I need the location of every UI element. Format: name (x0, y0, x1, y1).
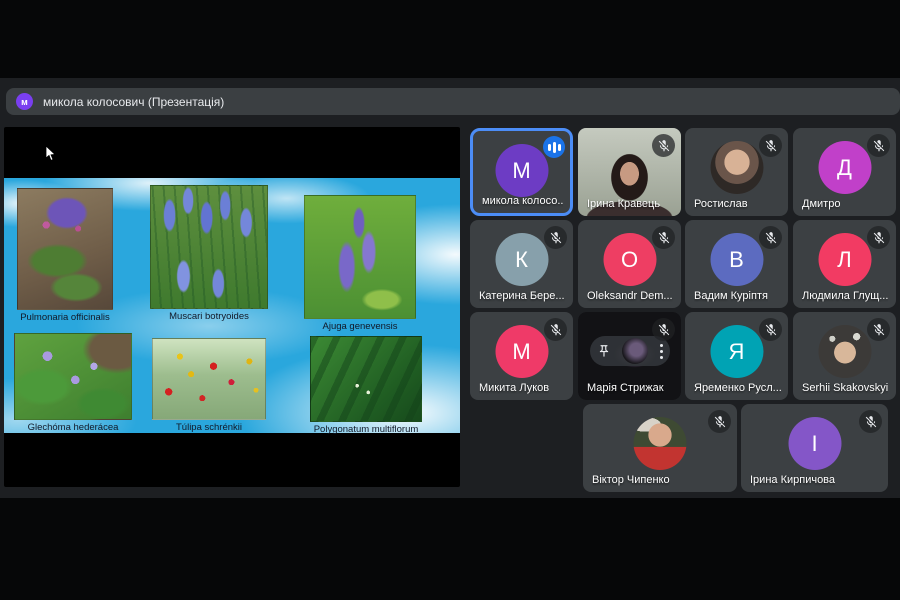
flower-caption: Polygonatum multiflorum (310, 424, 422, 435)
participant-name: Ірина Кравець (587, 198, 660, 210)
more-options-icon[interactable] (660, 344, 663, 359)
participant-tile-yaremenko[interactable]: Я Яременко Русл... (685, 312, 788, 400)
participant-tile-mykyta[interactable]: М Микита Луков (470, 312, 573, 400)
participant-name: Яременко Русл... (694, 382, 781, 394)
flower-photo-ajuga (304, 195, 416, 319)
recording-frame: м микола колосович (Презентація) Pulmona… (0, 0, 900, 600)
participant-name: Микита Луков (479, 382, 549, 394)
presenter-title: микола колосович (Презентація) (43, 95, 224, 109)
participant-tile-iryna-kravets[interactable]: Ірина Кравець (578, 128, 681, 216)
pin-icon[interactable] (597, 344, 611, 358)
video-thumbnail (622, 338, 648, 364)
flower-card: Túlipa schrénkii (152, 338, 266, 433)
participant-name: Катерина Бере... (479, 290, 565, 302)
participant-tile-serhii[interactable]: Serhii Skakovskyi (793, 312, 896, 400)
flower-caption: Muscari botryoides (150, 311, 268, 322)
screen-share-area: Pulmonaria officinalis Muscari botryoide… (4, 127, 460, 487)
mic-off-icon (859, 410, 882, 433)
avatar-photo (634, 417, 687, 470)
participant-tile-iryna-kyrpychova[interactable]: І Ірина Кирпичова (741, 404, 888, 492)
avatar-initial: В (729, 247, 744, 273)
avatar: Я (710, 325, 763, 378)
avatar-initial: М (512, 339, 530, 365)
mic-off-icon (652, 226, 675, 249)
flower-caption: Túlipa schrénkii (152, 422, 266, 433)
mic-off-icon (652, 318, 675, 341)
presentation-slide: Pulmonaria officinalis Muscari botryoide… (4, 178, 460, 433)
avatar-initial: O (621, 247, 638, 273)
participant-name: Ростислав (694, 198, 748, 210)
avatar: Л (818, 233, 871, 286)
flower-photo-pulmonaria (17, 188, 113, 310)
participant-tile-liudmyla[interactable]: Л Людмила Глущ... (793, 220, 896, 308)
mic-off-icon (759, 226, 782, 249)
presenter-banner: м микола колосович (Презентація) (6, 88, 900, 115)
participant-tile-mykola[interactable]: M микола колосо... (470, 128, 573, 216)
avatar-photo (818, 325, 871, 378)
avatar: В (710, 233, 763, 286)
mic-off-icon (544, 318, 567, 341)
participant-name: Oleksandr Dem... (587, 290, 673, 302)
avatar-photo (710, 141, 763, 194)
participant-tile-oleksandr[interactable]: O Oleksandr Dem... (578, 220, 681, 308)
presenter-avatar: м (16, 93, 33, 110)
flower-caption: Pulmonaria officinalis (17, 312, 113, 323)
flower-caption: Ajuga genevensis (304, 321, 416, 332)
speaking-indicator-icon (543, 136, 565, 158)
flower-card: Pulmonaria officinalis (17, 188, 113, 323)
participant-tile-maria[interactable]: Марія Стрижак (578, 312, 681, 400)
avatar: М (495, 325, 548, 378)
flower-photo-tulipa (152, 338, 266, 420)
mic-off-icon (652, 134, 675, 157)
avatar: К (495, 233, 548, 286)
avatar: Д (818, 141, 871, 194)
flower-card: Polygonatum multiflorum (310, 336, 422, 435)
avatar: І (788, 417, 841, 470)
participant-name: Serhii Skakovskyi (802, 382, 888, 394)
participant-name: микола колосо... (482, 195, 563, 207)
flower-photo-muscari (150, 185, 268, 309)
tile-hover-controls (590, 336, 670, 366)
avatar-initial: M (512, 158, 530, 184)
flower-card: Glechóma hederácea (14, 333, 132, 433)
participant-tile-vadym[interactable]: В Вадим Куріптя (685, 220, 788, 308)
presenter-initial: м (21, 97, 28, 107)
mic-off-icon (708, 410, 731, 433)
meeting-window: м микола колосович (Презентація) Pulmona… (0, 78, 900, 498)
avatar-initial: І (811, 431, 817, 457)
participant-name: Вадим Куріптя (694, 290, 768, 302)
participant-name: Марія Стрижак (587, 382, 664, 394)
participant-tile-kateryna[interactable]: К Катерина Бере... (470, 220, 573, 308)
avatar-initial: Л (837, 247, 851, 273)
flower-card: Ajuga genevensis (304, 195, 416, 332)
mic-off-icon (867, 226, 890, 249)
participant-name: Людмила Глущ... (802, 290, 888, 302)
participant-tile-viktor[interactable]: Віктор Чипенко (583, 404, 737, 492)
flower-photo-glechoma (14, 333, 132, 420)
participant-name: Ірина Кирпичова (750, 474, 835, 486)
avatar: O (603, 233, 656, 286)
flower-caption: Glechóma hederácea (14, 422, 132, 433)
participant-tile-dmytro[interactable]: Д Дмитро (793, 128, 896, 216)
flower-card: Muscari botryoides (150, 185, 268, 322)
mic-off-icon (759, 318, 782, 341)
mic-off-icon (867, 318, 890, 341)
flower-photo-polygonatum (310, 336, 422, 422)
mic-off-icon (759, 134, 782, 157)
participant-name: Віктор Чипенко (592, 474, 670, 486)
avatar: M (495, 144, 548, 197)
mouse-cursor (45, 145, 56, 162)
avatar-initial: К (515, 247, 528, 273)
participant-tile-rostyslav[interactable]: Ростислав (685, 128, 788, 216)
avatar-initial: Д (837, 155, 852, 181)
avatar-initial: Я (729, 339, 745, 365)
participant-name: Дмитро (802, 198, 840, 210)
mic-off-icon (867, 134, 890, 157)
mic-off-icon (544, 226, 567, 249)
